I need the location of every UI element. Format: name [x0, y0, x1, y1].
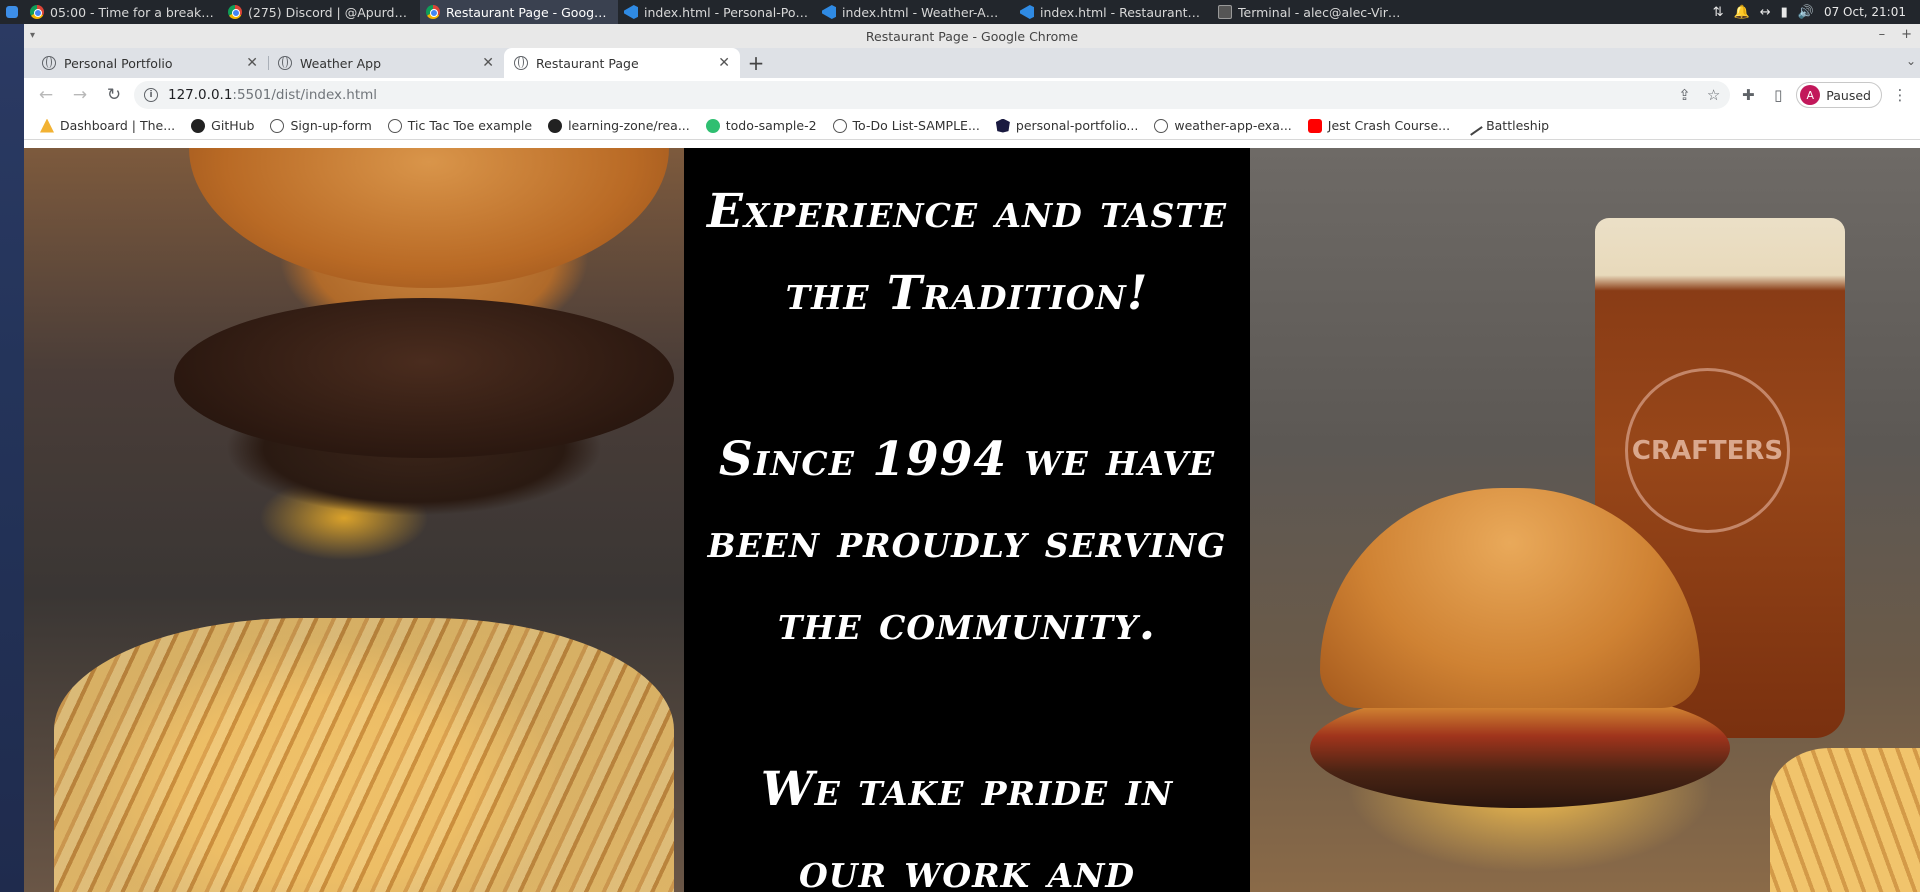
notification-bell-icon[interactable]: 🔔 [1734, 5, 1750, 20]
bookmark-item[interactable]: Sign-up-form [262, 114, 379, 138]
youtube-icon [1307, 118, 1322, 133]
url-text[interactable]: 127.0.0.1:5501/dist/index.html [168, 87, 377, 103]
task-item[interactable]: 05:00 - Time for a break! - G... [24, 0, 222, 24]
chrome-icon [228, 5, 242, 19]
chrome-icon [30, 5, 44, 19]
share-icon[interactable]: ⇪ [1678, 86, 1691, 104]
bookmarks-bar: Dashboard | The... GitHub Sign-up-form T… [24, 112, 1920, 140]
close-icon[interactable]: ✕ [482, 55, 494, 71]
beer-glass-logo: CRAFTERS [1625, 368, 1790, 533]
reload-button[interactable]: ↻ [100, 81, 128, 109]
globe-icon [514, 56, 528, 70]
window-menu-icon[interactable]: ▾ [30, 30, 35, 41]
burger-fries-image [24, 148, 684, 892]
task-item[interactable]: index.html - Weather-App-A ... [816, 0, 1014, 24]
vscode-icon [1020, 5, 1034, 19]
fries-shape [54, 618, 674, 892]
tab-strip: Personal Portfolio ✕ Weather App ✕ Resta… [24, 48, 1920, 78]
globe-icon [1154, 118, 1169, 133]
avatar: A [1800, 85, 1821, 105]
burger-patty-shape [174, 298, 674, 458]
desktop-background [0, 24, 24, 892]
globe-icon [42, 56, 56, 70]
tab-personal-portfolio[interactable]: Personal Portfolio ✕ [32, 48, 268, 78]
angular-icon [995, 118, 1010, 133]
window-titlebar[interactable]: ▾ Restaurant Page - Google Chrome – + [24, 24, 1920, 48]
fries-shape [1770, 748, 1920, 892]
headline-since-1994: Since 1994 we have been proudly serving … [707, 432, 1227, 651]
extensions-icon[interactable]: ✚ [1736, 81, 1760, 109]
globe-icon [832, 118, 847, 133]
os-taskbar: 05:00 - Time for a break! - G... (275) D… [0, 0, 1920, 24]
back-button[interactable]: ← [32, 81, 60, 109]
app-menu-icon [6, 6, 18, 18]
check-icon [705, 118, 720, 133]
system-tray: ⇅ 🔔 ↔ ▮ 🔊 07 Oct, 21:01 [1713, 5, 1920, 20]
globe-icon [387, 118, 402, 133]
new-tab-button[interactable]: + [740, 48, 772, 78]
browser-toolbar: ← → ↻ i 127.0.0.1:5501/dist/index.html ⇪… [24, 78, 1920, 112]
app-menu-button[interactable] [0, 0, 24, 24]
bookmark-item[interactable]: personal-portfolio... [988, 114, 1146, 138]
bookmark-item[interactable]: Dashboard | The... [32, 114, 183, 138]
battery-icon[interactable]: ▮ [1781, 5, 1788, 20]
vscode-icon [624, 5, 638, 19]
tab-restaurant-page[interactable]: Restaurant Page ✕ [504, 48, 740, 78]
more-menu-icon[interactable]: ⋮ [1888, 81, 1912, 109]
minimize-icon[interactable]: – [1879, 27, 1886, 42]
headline-pride: We take pride in our work and [760, 762, 1174, 892]
tab-weather-app[interactable]: Weather App ✕ [268, 48, 504, 78]
task-item-active[interactable]: Restaurant Page - Google C... [420, 0, 618, 24]
globe-icon [278, 56, 292, 70]
address-bar[interactable]: i 127.0.0.1:5501/dist/index.html ⇪ ☆ [134, 81, 1731, 109]
site-info-icon[interactable]: i [144, 88, 158, 102]
profile-button[interactable]: A Paused [1796, 82, 1882, 108]
task-item[interactable]: index.html - Personal-Portfol... [618, 0, 816, 24]
chrome-icon [426, 5, 440, 19]
bookmark-item[interactable]: GitHub [183, 114, 262, 138]
task-item[interactable]: (275) Discord | @Apurdess ... [222, 0, 420, 24]
terminal-icon [1218, 5, 1232, 19]
tab-search-icon[interactable]: ⌄ [1906, 54, 1916, 68]
page-viewport[interactable]: Experience and taste the Tradition! Sinc… [24, 148, 1920, 892]
bookmark-item[interactable]: To-Do List-SAMPLE... [825, 114, 988, 138]
close-icon[interactable]: ✕ [718, 55, 730, 71]
dashboard-icon [40, 118, 54, 133]
clock[interactable]: 07 Oct, 21:01 [1824, 5, 1906, 19]
side-panel-icon[interactable]: ▯ [1766, 81, 1790, 109]
burger-bun-shape [189, 148, 669, 288]
task-item[interactable]: index.html - Restaurant-pag... [1014, 0, 1212, 24]
task-list: 05:00 - Time for a break! - G... (275) D… [24, 0, 1410, 24]
vscode-icon [822, 5, 836, 19]
network-icon[interactable]: ↔ [1760, 5, 1771, 20]
bookmark-item[interactable]: weather-app-exa... [1146, 114, 1299, 138]
hero-text-panel: Experience and taste the Tradition! Sinc… [684, 148, 1250, 892]
bookmark-item[interactable]: Battleship [1458, 114, 1557, 138]
maximize-icon[interactable]: + [1901, 27, 1912, 42]
browser-window: ▾ Restaurant Page - Google Chrome – + Pe… [24, 24, 1920, 892]
close-icon[interactable]: ✕ [246, 55, 258, 71]
battleship-icon [1463, 115, 1483, 136]
github-icon [191, 118, 206, 133]
forward-button[interactable]: → [66, 81, 94, 109]
volume-icon[interactable]: 🔊 [1798, 5, 1814, 20]
burger-beer-image: CRAFTERS [1250, 148, 1920, 892]
bookmark-item[interactable]: Tic Tac Toe example [380, 114, 540, 138]
bookmark-item[interactable]: Jest Crash Course... [1300, 114, 1458, 138]
window-title: Restaurant Page - Google Chrome [865, 28, 1079, 44]
task-item[interactable]: Terminal - alec@alec-Virtual... [1212, 0, 1410, 24]
bookmark-item[interactable]: todo-sample-2 [698, 114, 825, 138]
globe-icon [270, 118, 285, 133]
bookmark-item[interactable]: learning-zone/rea... [540, 114, 698, 138]
network-transfer-icon[interactable]: ⇅ [1713, 5, 1724, 20]
github-icon [548, 118, 563, 133]
bookmark-star-icon[interactable]: ☆ [1707, 86, 1720, 104]
profile-status: Paused [1826, 87, 1871, 103]
headline-tradition: Experience and taste the Tradition! [707, 184, 1227, 321]
